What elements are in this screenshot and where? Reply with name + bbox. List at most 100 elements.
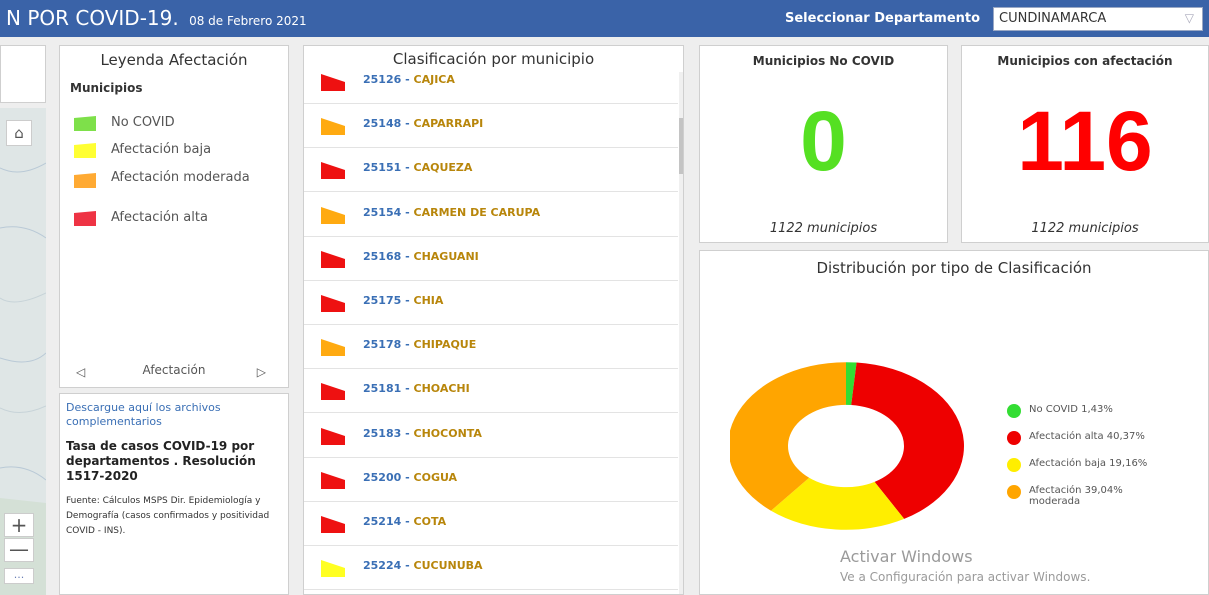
list-item[interactable]: 25214 - COTA bbox=[304, 502, 678, 546]
kpi-title: Municipios con afectación bbox=[997, 54, 1173, 68]
legend-swatch bbox=[74, 116, 96, 131]
legend-text: Afectación alta 40,37% bbox=[1029, 431, 1145, 442]
flag-icon bbox=[321, 560, 345, 578]
watermark-line2: Ve a Configuración para activar Windows. bbox=[840, 570, 1091, 584]
list-item-label: 25151 - CAQUEZA bbox=[363, 161, 472, 174]
separator: - bbox=[401, 338, 414, 352]
flag-icon bbox=[321, 250, 345, 268]
list-item[interactable]: 25151 - CAQUEZA bbox=[304, 148, 678, 193]
list-item[interactable]: 25154 - CARMEN DE CARUPA bbox=[304, 193, 678, 237]
municipality-code: 25168 bbox=[363, 249, 402, 263]
info-heading: Tasa de casos COVID-19 por departamentos… bbox=[66, 439, 256, 483]
separator: - bbox=[401, 73, 414, 86]
legend-swatch bbox=[74, 143, 96, 158]
list-item[interactable]: 25175 - CHIA bbox=[304, 281, 678, 325]
list-item[interactable]: 25168 - CHAGUANI bbox=[304, 237, 678, 281]
legend-subtitle: Municipios bbox=[70, 81, 143, 95]
flag-icon bbox=[321, 118, 345, 136]
legend-title: Leyenda Afectación bbox=[100, 51, 248, 69]
flag-icon bbox=[321, 471, 345, 489]
list-item[interactable]: 25200 - COGUA bbox=[304, 458, 678, 502]
separator: - bbox=[401, 294, 414, 307]
title-date: 08 de Febrero 2021 bbox=[189, 14, 307, 28]
municipality-name: COGUA bbox=[413, 470, 458, 484]
legend-text: Afectación baja 19,16% bbox=[1029, 458, 1148, 469]
download-link[interactable]: Descargue aquí los archivos complementar… bbox=[66, 401, 281, 429]
list-item-label: 25214 - COTA bbox=[363, 515, 446, 528]
list-item[interactable]: 25126 - CAJICA bbox=[304, 60, 678, 104]
municipality-name: CAQUEZA bbox=[413, 161, 473, 175]
legend-item-label: No COVID bbox=[111, 115, 175, 130]
municipality-name: CHOACHI bbox=[413, 382, 470, 396]
municipality-name: CHOCONTA bbox=[413, 426, 482, 440]
flag-icon bbox=[321, 516, 345, 533]
legend-dot bbox=[1007, 404, 1021, 418]
flag-icon bbox=[321, 427, 345, 445]
kpi-no-covid-card: Municipios No COVID 0 1122 municipios bbox=[699, 45, 948, 243]
legend-dot bbox=[1007, 431, 1021, 445]
list-item-label: 25181 - CHOACHI bbox=[363, 382, 470, 395]
more-options-button[interactable]: ... bbox=[4, 568, 34, 584]
donut-chart bbox=[730, 362, 964, 530]
municipality-code: 25178 bbox=[363, 338, 402, 352]
separator: - bbox=[401, 249, 414, 263]
separator: - bbox=[401, 470, 414, 484]
distribution-chart-panel: Distribución por tipo de Clasificación N… bbox=[699, 250, 1209, 595]
legend-dot bbox=[1007, 485, 1021, 499]
municipality-name: CAPARRAPI bbox=[413, 117, 484, 131]
list-item[interactable]: 25224 - CUCUNUBA bbox=[304, 546, 678, 591]
municipality-code: 25148 bbox=[363, 117, 402, 131]
list-item[interactable]: 25178 - CHIPAQUE bbox=[304, 325, 678, 370]
separator: - bbox=[401, 382, 414, 396]
municipality-name: CAJICA bbox=[413, 73, 455, 86]
kpi-afectacion-card: Municipios con afectación 116 1122 munic… bbox=[961, 45, 1209, 243]
legend-dot bbox=[1007, 458, 1021, 472]
map-view[interactable]: ⌂ + — ... bbox=[0, 108, 46, 595]
list-scrollbar-thumb[interactable] bbox=[679, 118, 683, 174]
list-item-label: 25178 - CHIPAQUE bbox=[363, 338, 476, 351]
municipality-name: CARMEN DE CARUPA bbox=[413, 205, 541, 219]
kpi-subtitle: 1122 municipios bbox=[769, 221, 878, 236]
list-item[interactable]: 25183 - CHOCONTA bbox=[304, 414, 678, 458]
legend-text: No COVID 1,43% bbox=[1029, 404, 1113, 415]
next-arrow-icon[interactable]: ▷ bbox=[257, 365, 266, 379]
legend-swatch bbox=[74, 173, 96, 188]
zoom-out-button[interactable]: — bbox=[4, 538, 34, 562]
separator: - bbox=[401, 161, 414, 175]
department-select[interactable]: CUNDINAMARCA ▽ bbox=[993, 7, 1203, 31]
legend-item-label: Afectación baja bbox=[111, 142, 212, 157]
list-item-label: 25224 - CUCUNUBA bbox=[363, 559, 483, 572]
page-title: N POR COVID-19. 08 de Febrero 2021 bbox=[6, 6, 307, 30]
legend-panel: Leyenda Afectación Municipios No COVID A… bbox=[59, 45, 289, 388]
municipality-code: 25154 bbox=[363, 205, 402, 219]
municipality-code: 25151 bbox=[363, 161, 402, 175]
municipality-code: 25224 bbox=[363, 559, 402, 573]
list-item-label: 25168 - CHAGUANI bbox=[363, 250, 479, 263]
flag-icon bbox=[321, 383, 345, 401]
municipality-code: 25175 bbox=[363, 294, 402, 307]
list-item[interactable]: 25181 - CHOACHI bbox=[304, 369, 678, 414]
municipality-name: CUCUNUBA bbox=[413, 559, 483, 573]
separator: - bbox=[401, 117, 414, 131]
legend-text: Afectación 39,04% moderada bbox=[1029, 485, 1123, 507]
flag-icon bbox=[321, 206, 345, 224]
legend-item-label: Afectación alta bbox=[111, 210, 208, 225]
kpi-value: 0 bbox=[800, 94, 847, 188]
municipality-code: 25214 bbox=[363, 515, 402, 528]
flag-icon bbox=[321, 162, 345, 180]
municipality-code: 25181 bbox=[363, 382, 402, 396]
municipality-code: 25183 bbox=[363, 426, 402, 440]
header-bar: N POR COVID-19. 08 de Febrero 2021 Selec… bbox=[0, 0, 1209, 37]
legend-swatch bbox=[74, 211, 96, 226]
list-item-label: 25154 - CARMEN DE CARUPA bbox=[363, 206, 540, 219]
zoom-in-button[interactable]: + bbox=[4, 513, 34, 537]
home-icon[interactable]: ⌂ bbox=[6, 120, 32, 146]
kpi-value: 116 bbox=[1017, 94, 1153, 188]
kpi-subtitle: 1122 municipios bbox=[1031, 221, 1139, 236]
municipality-name: COTA bbox=[413, 515, 447, 528]
chevron-down-icon: ▽ bbox=[1184, 11, 1194, 25]
list-item-label: 25126 - CAJICA bbox=[363, 73, 455, 86]
separator: - bbox=[401, 559, 414, 573]
info-panel: Descargue aquí los archivos complementar… bbox=[59, 393, 289, 595]
list-item[interactable]: 25148 - CAPARRAPI bbox=[304, 104, 678, 149]
